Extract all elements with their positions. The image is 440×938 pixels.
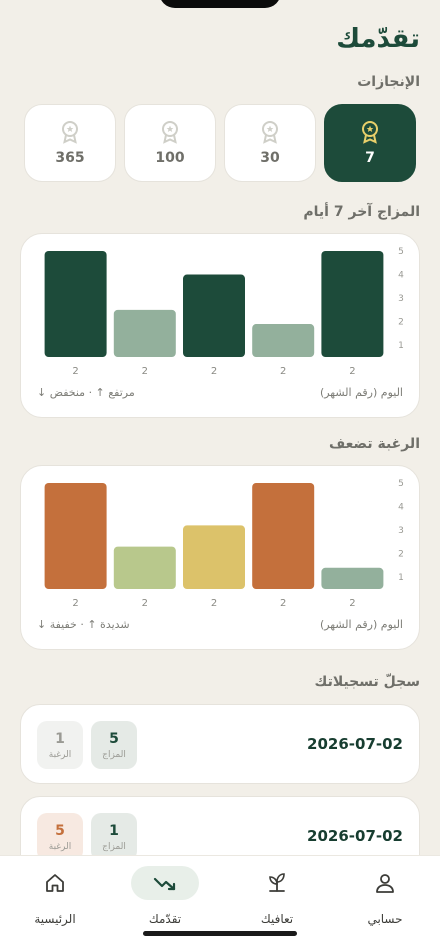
chart-footer: اليوم (رقم الشهر) مرتفع ↑ · منخفض ↓	[37, 386, 403, 399]
chart-bar	[183, 525, 245, 589]
y-tick-label: 3	[398, 526, 404, 536]
mood-metric: 5 المزاج	[91, 721, 137, 769]
x-tick-label: 2	[349, 598, 355, 609]
craving-chart-title: الرغبة تضعف	[328, 436, 420, 452]
log-entry-card[interactable]: 2026-07-02 5 المزاج 1 الرغبة	[20, 704, 420, 784]
log-date: 2026-07-02	[307, 735, 403, 753]
x-tick-label: 2	[349, 366, 355, 377]
home-indicator	[143, 931, 297, 936]
nav-item-account[interactable]: حسابي	[340, 866, 430, 926]
logs-title: سجلّ تسجيلاتك	[314, 674, 420, 690]
chart-axis-caption: اليوم (رقم الشهر)	[319, 618, 403, 631]
page-title: تقدّمك	[336, 24, 420, 54]
chart-bar	[321, 251, 384, 357]
achievement-value: 7	[365, 150, 375, 166]
medal-icon	[362, 121, 378, 144]
achievement-card-100[interactable]: 100	[124, 104, 216, 182]
chart-bar	[113, 546, 176, 589]
nav-icon-container	[351, 866, 419, 900]
y-tick-label: 2	[398, 318, 404, 328]
craving-value: 5	[55, 822, 65, 839]
x-tick-label: 2	[280, 598, 286, 609]
chart-footer: اليوم (رقم الشهر) شديدة ↑ · خفيفة ↓	[37, 618, 403, 631]
x-tick-label: 2	[72, 366, 78, 377]
nav-label: تقدّمك	[148, 912, 182, 926]
nav-label: تعافيك	[260, 912, 294, 926]
mood-label: المزاج	[102, 841, 126, 852]
nav-item-home[interactable]: الرئيسية	[10, 866, 100, 926]
achievements-row: 7 30 100 365	[24, 104, 416, 182]
chart-bar	[113, 309, 176, 357]
medal-icon	[162, 121, 178, 144]
chart-legend-caption: شديدة ↑ · خفيفة ↓	[37, 618, 130, 631]
chart-bar	[252, 324, 315, 357]
chart-bar	[44, 483, 107, 589]
y-tick-label: 1	[398, 573, 404, 583]
nav-icon-container	[131, 866, 199, 900]
chart-bar	[44, 251, 107, 357]
achievement-card-365[interactable]: 365	[24, 104, 116, 182]
craving-metric: 1 الرغبة	[37, 721, 83, 769]
y-tick-label: 5	[398, 247, 404, 257]
achievement-card-30[interactable]: 30	[224, 104, 316, 182]
home-icon	[46, 874, 64, 892]
mood-chart-card: 2 2 2 2 2 1 2 3 4 5 اليوم (رقم الشهر) مرتفع ↑ · م…	[20, 233, 420, 418]
chart-bar	[183, 274, 245, 357]
craving-label: الرغبة	[48, 841, 72, 852]
device-notch	[159, 0, 281, 8]
mood-chart-title: المزاج آخر 7 أيام	[303, 204, 420, 220]
y-tick-label: 2	[398, 550, 404, 560]
log-date: 2026-07-02	[307, 827, 403, 845]
chart-bar	[252, 483, 315, 589]
x-tick-label: 2	[280, 366, 286, 377]
y-tick-label: 4	[398, 503, 404, 513]
x-tick-label: 2	[142, 366, 148, 377]
x-tick-label: 2	[211, 366, 217, 377]
achievement-value: 365	[55, 150, 85, 166]
user-icon	[376, 874, 394, 893]
mood-label: المزاج	[102, 749, 126, 760]
sprout-icon	[269, 873, 285, 892]
craving-value: 1	[55, 730, 65, 747]
achievement-card-7[interactable]: 7	[324, 104, 416, 182]
trend-icon	[153, 877, 176, 891]
y-tick-label: 4	[398, 271, 404, 281]
y-tick-label: 3	[398, 294, 404, 304]
medal-icon	[62, 121, 78, 144]
nav-item-recovery[interactable]: تعافيك	[232, 866, 322, 926]
y-tick-label: 1	[398, 341, 404, 351]
achievement-value: 100	[155, 150, 185, 166]
nav-icon-container	[21, 866, 89, 900]
nav-icon-container	[243, 866, 311, 900]
x-tick-label: 2	[142, 598, 148, 609]
chart-legend-caption: مرتفع ↑ · منخفض ↓	[37, 386, 135, 399]
achievements-title: الإنجازات	[357, 74, 420, 90]
x-tick-label: 2	[72, 598, 78, 609]
achievement-value: 30	[260, 150, 280, 166]
bottom-navigation: الرئيسية تقدّمك تعافيك حسابي	[0, 855, 440, 938]
x-tick-label: 2	[211, 598, 217, 609]
mood-value: 5	[109, 730, 119, 747]
medal-icon	[262, 121, 278, 144]
nav-label: حسابي	[367, 912, 403, 926]
mood-value: 1	[109, 822, 119, 839]
craving-metric: 5 الرغبة	[37, 813, 83, 861]
chart-axis-caption: اليوم (رقم الشهر)	[319, 386, 403, 399]
nav-item-progress[interactable]: تقدّمك	[120, 866, 210, 926]
mood-metric: 1 المزاج	[91, 813, 137, 861]
nav-label: الرئيسية	[34, 912, 76, 926]
y-tick-label: 5	[398, 479, 404, 489]
chart-bar	[321, 567, 384, 589]
craving-chart-card: 2 2 2 2 2 1 2 3 4 5 اليوم (رقم الشهر) شديدة ↑ · خ…	[20, 465, 420, 650]
craving-label: الرغبة	[48, 749, 72, 760]
